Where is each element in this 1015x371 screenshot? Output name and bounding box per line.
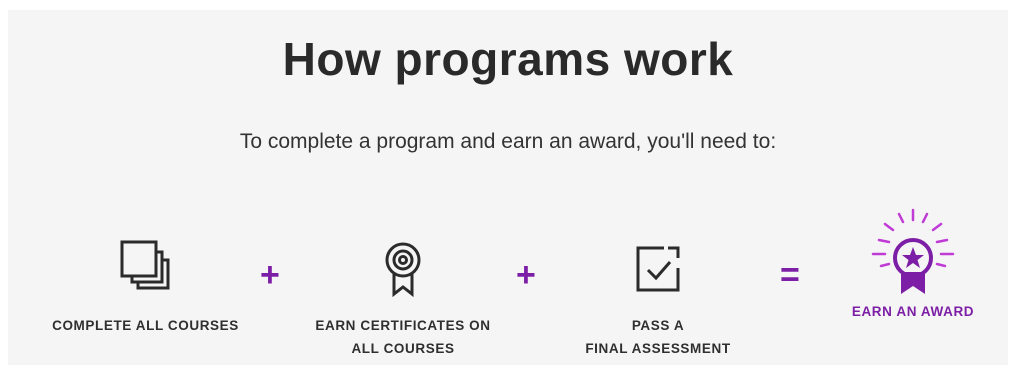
how-programs-work-section: How programs work To complete a program … [8,10,1008,365]
step-earn-award: EARN AN AWARD [823,206,1003,323]
equals-operator: = [780,256,800,294]
section-title: How programs work [282,33,734,85]
checkbox-icon [636,246,680,292]
stacked-pages-icon [120,240,169,290]
step-label: EARN CERTIFICATES ON ALL COURSES [315,318,491,356]
step-label: EARN AN AWARD [851,304,975,319]
award-star-icon [871,208,955,294]
step-complete-courses: COMPLETE ALL COURSES [18,238,273,337]
section-subtitle: To complete a program and earn an award,… [239,130,777,153]
step-label: PASS A FINAL ASSESSMENT [585,318,731,356]
step-label: COMPLETE ALL COURSES [52,318,239,333]
step-final-assessment: PASS A FINAL ASSESSMENT [548,238,768,360]
plus-operator: + [516,256,536,294]
certificate-ribbon-icon [385,242,421,298]
plus-operator: + [260,256,280,294]
step-earn-certificates: EARN CERTIFICATES ON ALL COURSES [278,238,528,360]
